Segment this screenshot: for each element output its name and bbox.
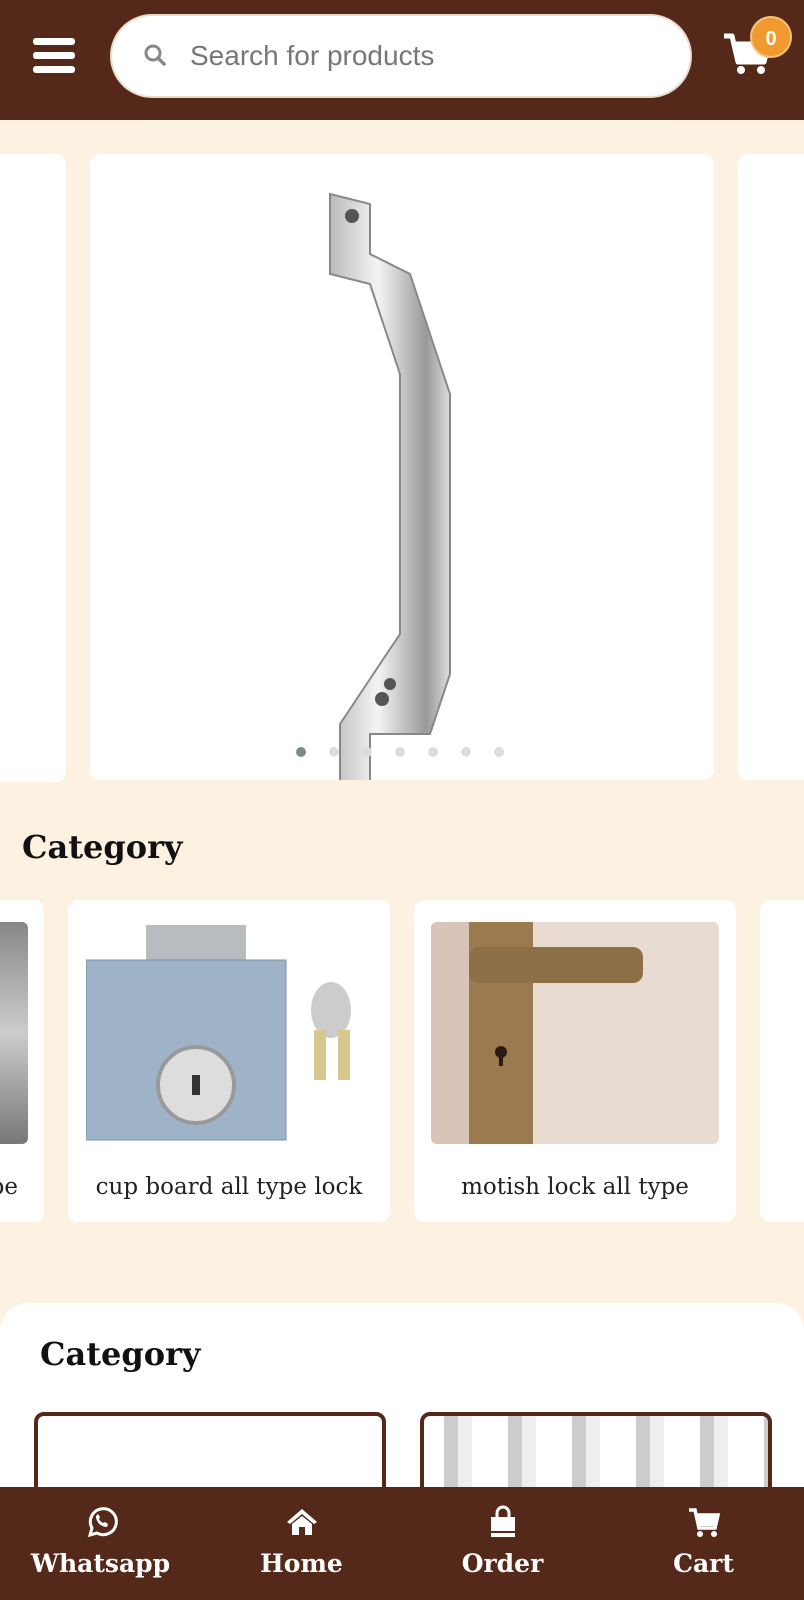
- carousel-dot[interactable]: [494, 747, 504, 757]
- carousel-slide-next[interactable]: [738, 154, 804, 780]
- category-card[interactable]: cup board all type lock: [68, 900, 390, 1222]
- carousel-dot[interactable]: [362, 747, 372, 757]
- cart-count-badge: 0: [750, 16, 792, 58]
- category-label: pe: [0, 1174, 18, 1200]
- carousel-dot[interactable]: [395, 747, 405, 757]
- nav-home[interactable]: Home: [201, 1487, 402, 1600]
- category-label: motish lock all type: [461, 1174, 689, 1200]
- category-card[interactable]: pe: [0, 900, 44, 1222]
- category-card[interactable]: [760, 900, 804, 1222]
- nav-cart[interactable]: Cart: [603, 1487, 804, 1600]
- carousel-dots: [296, 747, 504, 757]
- nav-order[interactable]: Order: [402, 1487, 603, 1600]
- carousel-slide-prev[interactable]: [0, 154, 66, 782]
- cart-icon: [688, 1508, 720, 1537]
- carousel-slide-active[interactable]: [90, 154, 714, 780]
- search-placeholder: Search for products: [190, 40, 435, 71]
- app-header: Search for products 0: [0, 0, 804, 120]
- home-icon: [286, 1509, 317, 1535]
- nav-label: Home: [260, 1549, 343, 1578]
- nav-label: Cart: [673, 1549, 734, 1578]
- carousel-dot[interactable]: [428, 747, 438, 757]
- carousel-dot[interactable]: [461, 747, 471, 757]
- category-title: Category: [22, 828, 183, 866]
- whatsapp-icon: [87, 1507, 118, 1538]
- door-handle-image: [329, 192, 451, 780]
- search-input[interactable]: Search for products: [110, 14, 692, 98]
- section-title: Category: [40, 1335, 201, 1373]
- mortise-lock-image: [431, 922, 719, 1144]
- carousel-dot[interactable]: [296, 747, 306, 757]
- shopping-bag-icon: [490, 1505, 515, 1537]
- category-image: [0, 922, 28, 1144]
- nav-label: Order: [461, 1549, 544, 1578]
- carousel-dot[interactable]: [329, 747, 339, 757]
- category-card[interactable]: motish lock all type: [414, 900, 736, 1222]
- hamburger-menu-icon[interactable]: [33, 38, 75, 74]
- cupboard-lock-image: [86, 925, 351, 1141]
- category-label: cup board all type lock: [95, 1174, 363, 1200]
- bottom-nav: Whatsapp Home Order Cart: [0, 1487, 804, 1600]
- search-icon: [144, 44, 166, 66]
- nav-label: Whatsapp: [30, 1549, 171, 1578]
- nav-whatsapp[interactable]: Whatsapp: [0, 1487, 201, 1600]
